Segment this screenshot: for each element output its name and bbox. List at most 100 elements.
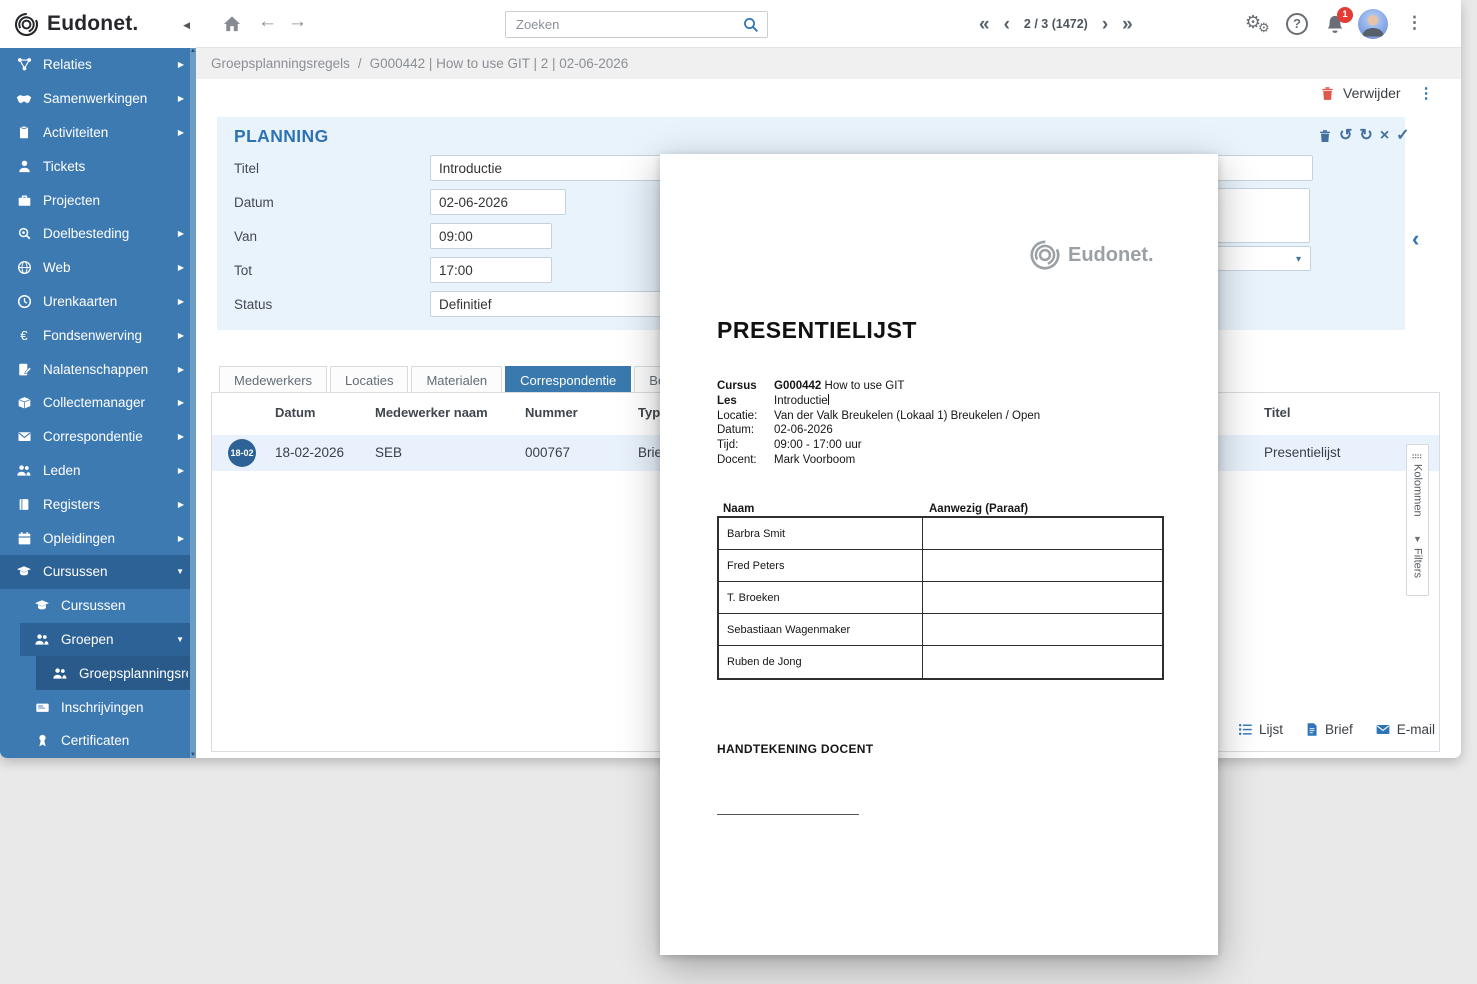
sidebar-item-tickets[interactable]: Tickets	[0, 149, 196, 183]
col-header-titel[interactable]: Titel	[1264, 405, 1291, 420]
cell-datum: 18-02-2026	[275, 445, 345, 460]
settings-gears-icon[interactable]: ⚙ ⚙	[1245, 12, 1275, 38]
graduation-cap-icon	[16, 564, 32, 580]
scroll-down-icon[interactable]: ▼	[190, 752, 196, 758]
chevron-right-icon: ▶	[177, 60, 184, 70]
panel-title: PLANNING	[234, 126, 329, 146]
back-arrow-icon[interactable]: ←	[258, 11, 277, 33]
tab-materialen[interactable]: Materialen	[411, 366, 503, 393]
chevron-down-icon: ▼	[176, 634, 184, 644]
tab-correspondentie[interactable]: Correspondentie	[505, 366, 632, 393]
sidebar-item-urenkaarten[interactable]: Urenkaarten ▶	[0, 285, 196, 319]
document-title: PRESENTIELIJST	[717, 317, 917, 343]
van-field[interactable]	[430, 223, 552, 249]
network-icon	[16, 57, 32, 73]
sidebar-item-doelbesteding[interactable]: Doelbesteding ▶	[0, 217, 196, 251]
sidebar-subitem-groepen[interactable]: Groepen ▼	[0, 622, 196, 657]
sidebar-item-opleidingen[interactable]: Opleidingen ▶	[0, 521, 196, 555]
sidebar-scrollbar[interactable]: ▲ ▼	[190, 48, 196, 758]
attendance-row: Sebastiaan Wagenmaker	[719, 614, 1162, 646]
home-icon[interactable]	[223, 15, 241, 33]
trash-icon[interactable]	[1318, 129, 1332, 143]
col-header-datum[interactable]: Datum	[275, 405, 315, 420]
grid-icon: ⣿	[1412, 453, 1423, 460]
chevron-right-icon: ▶	[177, 127, 184, 137]
group-icon	[34, 631, 50, 647]
sidebar-item-cursussen[interactable]: Cursussen ▼	[0, 554, 196, 589]
chevron-right-icon: ▶	[177, 330, 184, 340]
first-record-icon[interactable]: «	[979, 15, 990, 34]
filters-toggle[interactable]: ▼ Filters	[1412, 534, 1424, 578]
sidebar-subitem-groepsplanningsregels[interactable]: Groepsplanningsrege	[0, 656, 196, 691]
sidebar-item-samenwerkingen[interactable]: Samenwerkingen ▶	[0, 82, 196, 116]
people-icon	[16, 462, 32, 478]
sidebar-item-web[interactable]: Web ▶	[0, 251, 196, 285]
datum-field[interactable]	[430, 189, 566, 215]
brand-logo[interactable]: Eudonet. ◀	[0, 0, 196, 48]
tab-locaties[interactable]: Locaties	[330, 366, 409, 393]
info-label-locatie: Locatie:	[717, 409, 758, 422]
topbar: ← → « ‹ 2 / 3 (1472) › » ⚙⚙ ? 1 ⋮	[196, 0, 1461, 48]
attendance-row: T. Broeken	[719, 582, 1162, 614]
user-avatar[interactable]	[1358, 9, 1388, 39]
document-icon	[1305, 722, 1319, 737]
calendar-icon	[16, 530, 32, 546]
attendance-col-naam: Naam	[723, 503, 755, 515]
topbar-more-menu-icon[interactable]: ⋮	[1406, 13, 1423, 33]
euro-icon: €	[20, 327, 28, 343]
email-button[interactable]: E-mail	[1375, 722, 1435, 737]
sidebar-item-correspondentie[interactable]: Correspondentie ▶	[0, 420, 196, 454]
kolommen-toggle[interactable]: ⣿ Kolommen	[1412, 453, 1424, 516]
notifications-bell[interactable]: 1	[1324, 7, 1353, 38]
cell-medewerker: SEB	[375, 445, 403, 460]
col-header-medewerker[interactable]: Medewerker naam	[375, 405, 488, 420]
previous-record-icon[interactable]: ‹	[1004, 15, 1010, 34]
panel-collapse-chevron-icon[interactable]: ‹	[1412, 226, 1419, 252]
record-more-menu-icon[interactable]: ⋮	[1419, 84, 1434, 102]
brand-name: Eudonet.	[47, 12, 139, 35]
col-header-nummer[interactable]: Nummer	[525, 405, 578, 420]
pagination-count: 2 / 3 (1472)	[1023, 17, 1088, 31]
avatar-person-icon	[1358, 9, 1388, 39]
lijst-button[interactable]: Lijst	[1238, 722, 1283, 737]
redo-icon[interactable]: ↻	[1359, 128, 1372, 144]
chevron-right-icon: ▶	[177, 533, 184, 543]
breadcrumb-section[interactable]: Groepsplanningsregels	[211, 56, 350, 71]
sidebar-collapse-icon[interactable]: ◀	[183, 20, 190, 31]
tab-medewerkers[interactable]: Medewerkers	[219, 366, 328, 393]
info-label-les: Les	[717, 394, 737, 407]
last-record-icon[interactable]: »	[1122, 15, 1133, 34]
sidebar-menu: Relaties ▶ Samenwerkingen ▶ Activiteiten ▶ …	[0, 48, 196, 758]
next-record-icon[interactable]: ›	[1102, 15, 1108, 34]
search-input[interactable]	[506, 12, 767, 37]
record-pagination: « ‹ 2 / 3 (1472) › »	[979, 0, 1133, 48]
sidebar-subitem-certificaten[interactable]: Certificaten	[0, 724, 196, 758]
sidebar-item-fondsenwerving[interactable]: € Fondsenwerving ▶	[0, 318, 196, 352]
undo-icon[interactable]: ↺	[1339, 128, 1352, 144]
sidebar-subitem-inschrijvingen[interactable]: Inschrijvingen	[0, 690, 196, 724]
person-icon	[16, 158, 32, 174]
tot-field[interactable]	[430, 257, 552, 283]
info-cursus-name: How to use GIT	[824, 380, 905, 392]
sidebar-subitem-cursussen[interactable]: Cursussen	[0, 589, 196, 623]
delete-button[interactable]: Verwijder	[1343, 85, 1401, 101]
document-pen-icon	[16, 361, 32, 377]
sidebar-item-projecten[interactable]: Projecten	[0, 183, 196, 217]
sidebar-item-registers[interactable]: Registers ▶	[0, 487, 196, 521]
book-icon	[16, 496, 32, 512]
forward-arrow-icon[interactable]: →	[288, 11, 307, 33]
sidebar-item-nalatenschappen[interactable]: Nalatenschappen ▶	[0, 352, 196, 386]
cancel-icon[interactable]: ×	[1380, 128, 1389, 144]
sidebar-item-relaties[interactable]: Relaties ▶	[0, 48, 196, 82]
target-icon	[16, 226, 32, 242]
sidebar-item-collectemanager[interactable]: Collectemanager ▶	[0, 386, 196, 420]
help-icon[interactable]: ?	[1286, 13, 1308, 35]
confirm-icon[interactable]: ✓	[1396, 128, 1409, 144]
sidebar-item-activiteiten[interactable]: Activiteiten ▶	[0, 116, 196, 150]
info-label-docent: Docent:	[717, 453, 757, 466]
sidebar-item-leden[interactable]: Leden ▶	[0, 454, 196, 488]
info-label-tijd: Tijd:	[717, 439, 739, 452]
document-brand-logo: Eudonet.	[1028, 238, 1154, 272]
search-icon[interactable]	[743, 17, 759, 33]
brief-button[interactable]: Brief	[1305, 722, 1353, 737]
